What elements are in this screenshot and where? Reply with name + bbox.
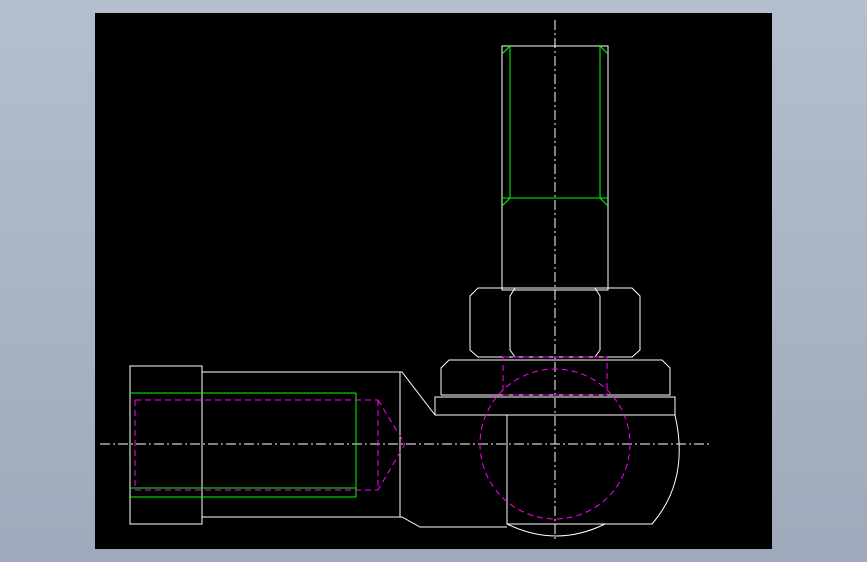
nut-left-flat <box>509 287 516 358</box>
hidden-lines <box>134 356 631 520</box>
shank-hex-head <box>129 365 203 525</box>
cad-viewport[interactable] <box>95 13 772 549</box>
ball-housing <box>506 414 680 537</box>
nut-right-flat <box>594 287 601 358</box>
housing-outline <box>506 414 680 525</box>
center-lines <box>100 20 712 540</box>
shank <box>129 365 507 528</box>
shank-bottom-edge <box>202 516 507 528</box>
ball-bottom-arc <box>506 523 606 537</box>
shank-thread <box>130 392 357 498</box>
rod-end-drawing <box>100 20 712 540</box>
